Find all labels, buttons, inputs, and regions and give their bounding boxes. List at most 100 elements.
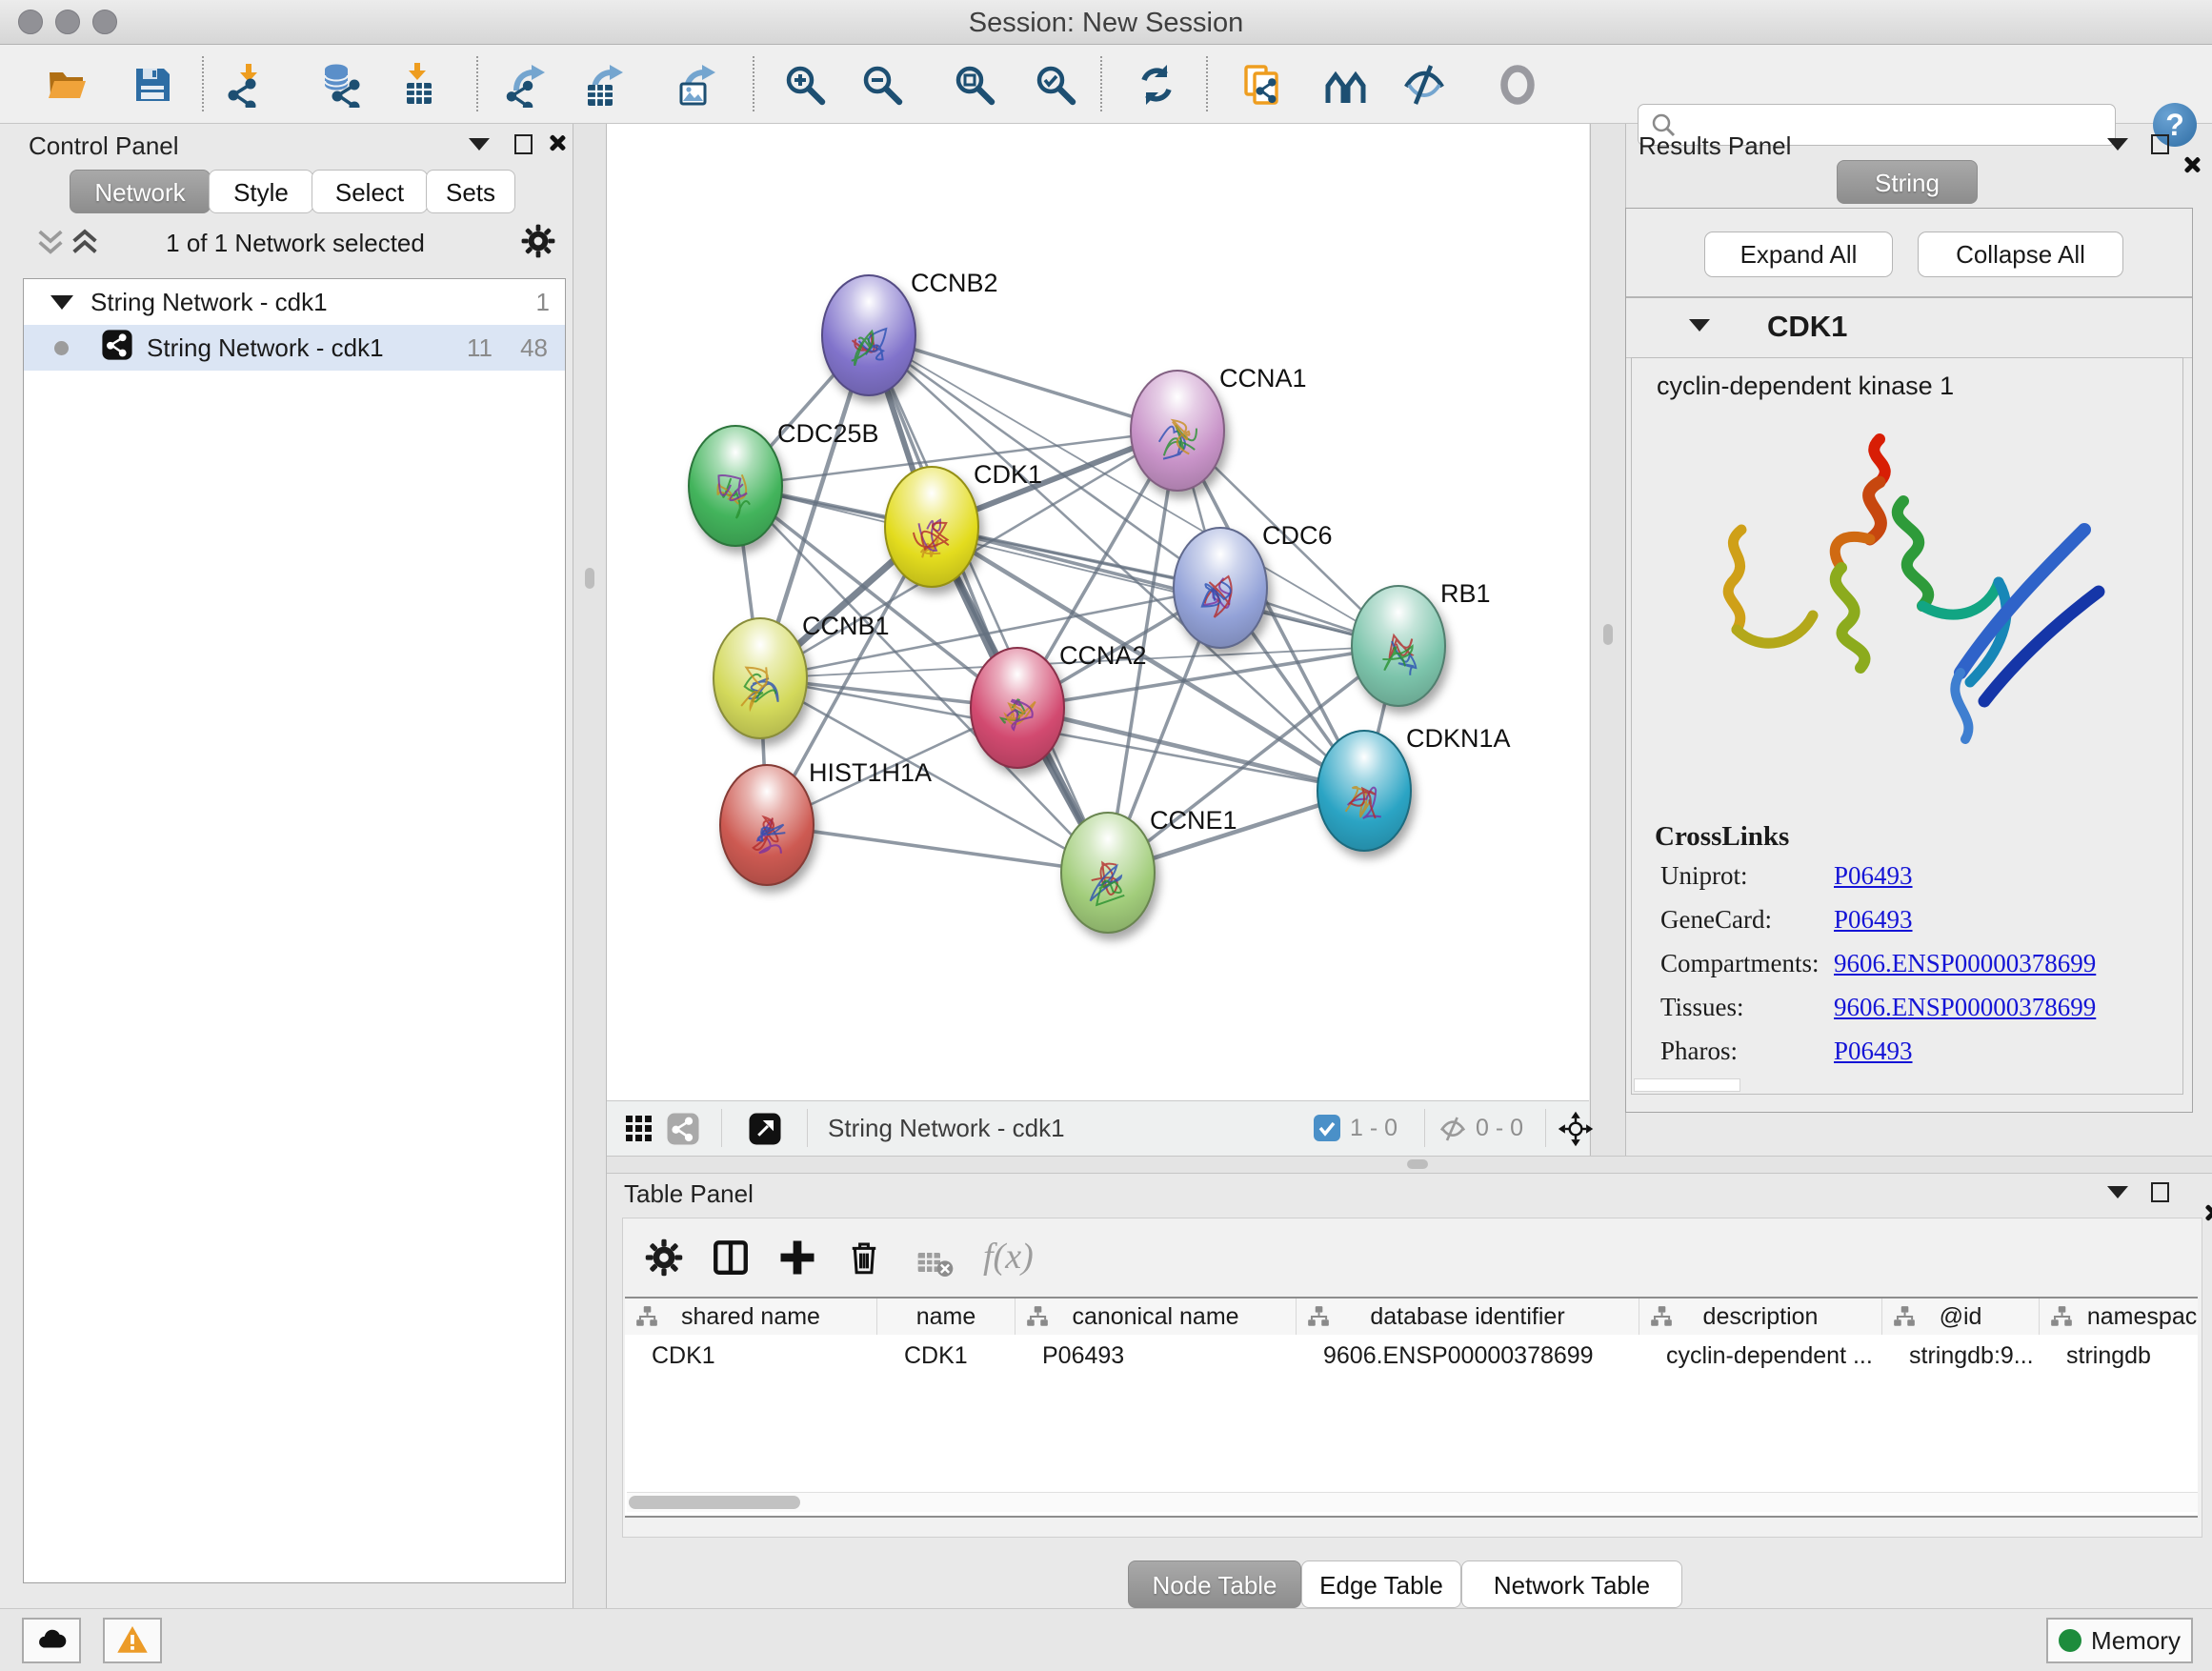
table-cell[interactable]: stringdb — [2040, 1337, 2198, 1375]
control-panel-collapse-icon[interactable] — [469, 138, 490, 151]
export-image-icon[interactable] — [675, 62, 721, 108]
birdseye-navigator-icon[interactable] — [1558, 1111, 1594, 1152]
collapse-all-networks-icon[interactable] — [34, 225, 67, 262]
control-panel-close-icon[interactable] — [549, 134, 566, 151]
network-node-hist1h1a[interactable] — [720, 765, 814, 885]
column-header--id[interactable]: @id — [1882, 1299, 2040, 1335]
copy-network-icon[interactable] — [1241, 62, 1287, 108]
results-panel-collapse-icon[interactable] — [2107, 138, 2128, 151]
export-network-icon[interactable] — [505, 62, 551, 108]
network-canvas[interactable]: CCNB2CCNA1CDC25BCDK1CDC6RB1CCNB1CCNA2CDK… — [607, 124, 1589, 1100]
warnings-button[interactable] — [103, 1618, 162, 1663]
network-node-ccne1[interactable] — [1061, 813, 1155, 933]
tab-style[interactable]: Style — [209, 170, 313, 213]
right-splitter[interactable] — [1590, 124, 1626, 1172]
node-label-ccnb2: CCNB2 — [911, 269, 998, 297]
node-entry-header[interactable]: CDK1 — [1626, 296, 2192, 358]
network-node-cdc6[interactable] — [1174, 528, 1267, 648]
column-header-database-identifier[interactable]: database identifier — [1297, 1299, 1639, 1335]
table-options-gear-icon[interactable] — [644, 1238, 684, 1278]
column-header-shared-name[interactable]: shared name — [625, 1299, 877, 1335]
toolbar-separator — [1100, 56, 1102, 111]
network-options-gear-icon[interactable] — [520, 223, 556, 259]
tab-node-table[interactable]: Node Table — [1128, 1560, 1301, 1608]
export-table-icon[interactable] — [583, 62, 629, 108]
apply-layout-icon[interactable] — [1134, 62, 1179, 108]
first-neighbors-icon[interactable] — [1323, 62, 1369, 108]
node-table[interactable]: shared namenamecanonical namedatabase id… — [625, 1297, 2198, 1518]
horizontal-splitter[interactable] — [607, 1156, 2212, 1174]
import-table-icon[interactable] — [395, 62, 441, 108]
tab-sets[interactable]: Sets — [426, 170, 515, 213]
tab-string[interactable]: String — [1837, 160, 1978, 204]
network-node-ccnb2[interactable] — [822, 275, 915, 395]
table-panel-collapse-icon[interactable] — [2107, 1186, 2128, 1198]
zoom-out-icon[interactable] — [859, 62, 905, 108]
table-panel-float-icon[interactable] — [2151, 1182, 2169, 1202]
table-panel-close-icon[interactable] — [2204, 1204, 2212, 1221]
delete-column-icon[interactable] — [844, 1238, 884, 1278]
network-node-cdkn1a[interactable] — [1317, 731, 1411, 851]
expand-all-networks-icon[interactable] — [69, 225, 101, 262]
crosslink-link[interactable]: 9606.ENSP00000378699 — [1834, 949, 2096, 978]
table-cell[interactable]: stringdb:9... — [1882, 1337, 2040, 1375]
hide-selected-icon[interactable] — [1401, 62, 1447, 108]
network-edge[interactable] — [767, 825, 1108, 873]
node-label-cdc25b: CDC25B — [777, 419, 879, 448]
network-node-cdc25b[interactable] — [689, 426, 782, 546]
network-node-rb1[interactable] — [1352, 586, 1445, 706]
table-cell[interactable]: CDK1 — [877, 1337, 1016, 1375]
crosslink-row: Uniprot: P06493 — [1632, 861, 2182, 905]
open-session-icon[interactable] — [45, 62, 90, 108]
control-panel-float-icon[interactable] — [514, 134, 533, 154]
tab-edge-table[interactable]: Edge Table — [1301, 1560, 1461, 1608]
tab-network-table[interactable]: Network Table — [1461, 1560, 1682, 1608]
zoom-selected-icon[interactable] — [1033, 62, 1078, 108]
results-panel-float-icon[interactable] — [2151, 134, 2169, 154]
crosslink-link[interactable]: P06493 — [1834, 1037, 1913, 1066]
toolbar-separator — [202, 56, 204, 111]
table-cell[interactable]: CDK1 — [625, 1337, 877, 1375]
show-columns-icon[interactable] — [711, 1238, 751, 1278]
create-column-icon[interactable] — [777, 1238, 817, 1278]
zoom-in-icon[interactable] — [782, 62, 828, 108]
selected-checkbox-icon[interactable] — [1314, 1115, 1340, 1141]
import-database-icon[interactable] — [317, 62, 363, 108]
table-cell[interactable]: P06493 — [1016, 1337, 1297, 1375]
network-row-selected[interactable]: String Network - cdk1 11 48 — [24, 325, 565, 371]
table-cell[interactable]: cyclin-dependent ... — [1639, 1337, 1882, 1375]
tab-network[interactable]: Network — [70, 170, 211, 213]
entry-scrollbar[interactable] — [1634, 1078, 1740, 1092]
table-horizontal-scrollbar[interactable] — [627, 1492, 2198, 1512]
network-node-cdk1[interactable] — [885, 467, 978, 587]
crosslink-link[interactable]: 9606.ENSP00000378699 — [1834, 993, 2096, 1022]
show-all-icon[interactable] — [1495, 62, 1540, 108]
left-splitter[interactable] — [573, 124, 607, 1608]
entry-collapse-icon[interactable] — [1689, 319, 1710, 332]
network-share-view-icon[interactable] — [666, 1112, 700, 1151]
crosslink-link[interactable]: P06493 — [1834, 905, 1913, 935]
column-header-namespace[interactable]: namespace — [2040, 1299, 2198, 1335]
cloud-status-button[interactable] — [22, 1618, 81, 1663]
crosslink-link[interactable]: P06493 — [1834, 861, 1913, 891]
column-header-description[interactable]: description — [1639, 1299, 1882, 1335]
memory-button[interactable]: Memory — [2046, 1618, 2193, 1663]
open-in-new-window-icon[interactable] — [748, 1112, 782, 1151]
tab-select[interactable]: Select — [312, 170, 428, 213]
save-session-icon[interactable] — [130, 62, 175, 108]
column-header-name[interactable]: name — [877, 1299, 1016, 1335]
network-edge[interactable] — [869, 335, 1108, 873]
network-collection-row[interactable]: String Network - cdk1 1 — [24, 279, 565, 325]
network-node-ccna2[interactable] — [971, 648, 1064, 768]
collection-expand-icon[interactable] — [50, 295, 73, 310]
import-network-icon[interactable] — [225, 62, 271, 108]
table-cell[interactable]: 9606.ENSP00000378699 — [1297, 1337, 1639, 1375]
network-node-ccna1[interactable] — [1131, 371, 1224, 491]
collapse-all-button[interactable]: Collapse All — [1918, 232, 2123, 277]
grid-view-icon[interactable] — [624, 1114, 654, 1149]
network-node-ccnb1[interactable] — [714, 618, 807, 738]
expand-all-button[interactable]: Expand All — [1704, 232, 1893, 277]
column-header-canonical-name[interactable]: canonical name — [1016, 1299, 1297, 1335]
zoom-fit-icon[interactable] — [952, 62, 997, 108]
results-panel-close-icon[interactable] — [2183, 156, 2201, 173]
